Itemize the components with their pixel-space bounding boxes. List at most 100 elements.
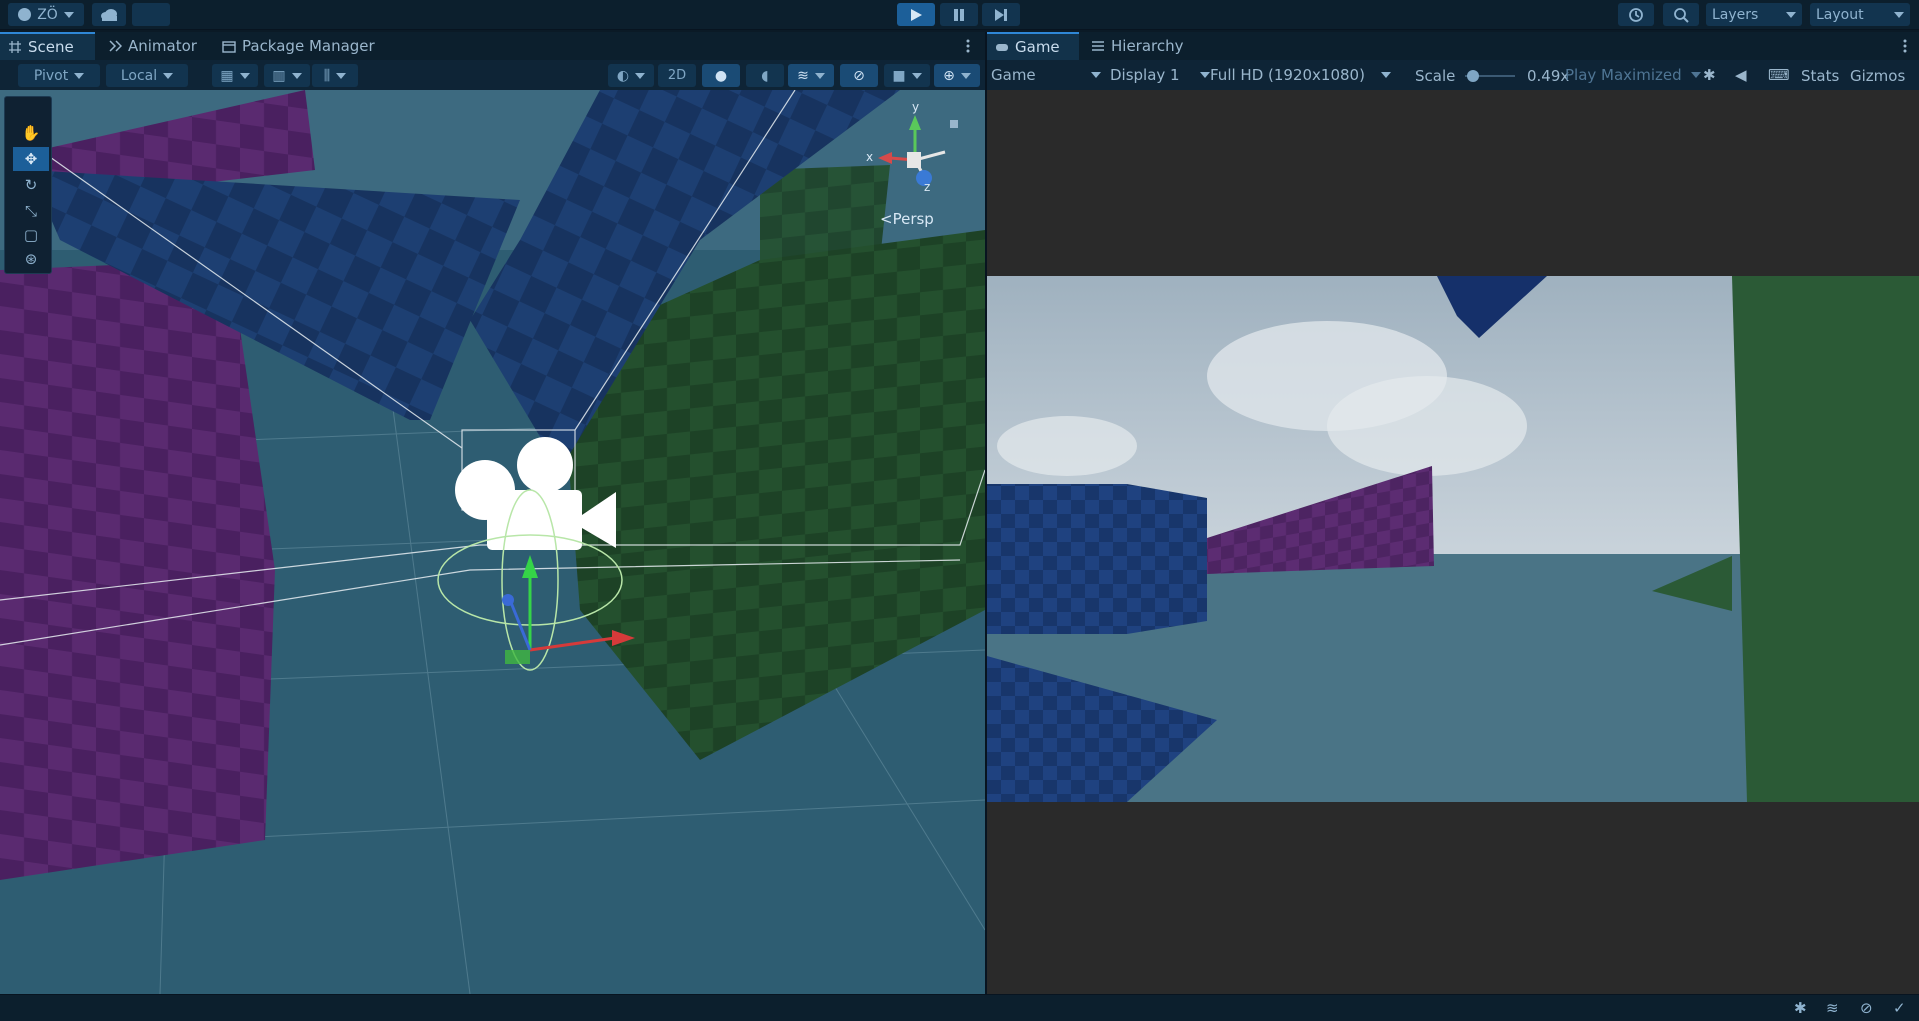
layers-dropdown[interactable]: Layers — [1706, 3, 1802, 26]
pivot-label: Pivot — [33, 67, 69, 84]
tab-hierarchy[interactable]: Hierarchy — [1083, 32, 1195, 60]
chevron-down-icon — [163, 72, 174, 79]
grid-snap-button[interactable]: ▦ — [212, 64, 258, 87]
resolution-select-value: Full HD (1920x1080) — [1210, 66, 1365, 84]
tools-palette: ✋ ✥ ↻ ⤡ ▢ ⊛ — [4, 96, 52, 274]
scale-tool[interactable]: ⤡ — [13, 199, 49, 223]
account-label: ZÖ — [37, 6, 58, 23]
scale-label: Scale — [1415, 67, 1456, 85]
local-label: Local — [120, 67, 158, 84]
scale-slider[interactable] — [1465, 70, 1515, 82]
collab-button[interactable] — [132, 3, 170, 26]
tab-animator[interactable]: Animator — [100, 32, 210, 60]
layers-label: Layers — [1712, 6, 1759, 23]
audio-toggle[interactable]: ◖ — [746, 64, 784, 87]
chevron-down-icon — [960, 72, 971, 79]
scale-icon: ⤡ — [24, 202, 37, 220]
transform-tool[interactable]: ⊛ — [13, 247, 49, 271]
cloud-button[interactable] — [92, 3, 126, 26]
pause-button[interactable] — [940, 3, 978, 26]
display-select-value: Display 1 — [1110, 66, 1180, 84]
panel-menu-icon[interactable] — [960, 38, 976, 54]
gizmos-toggle[interactable]: ⊕ — [934, 64, 980, 87]
debug-icon[interactable]: ✱ — [1794, 999, 1807, 1017]
persp-label: Persp — [892, 210, 934, 228]
layers-status-icon[interactable]: ≋ — [1826, 999, 1839, 1017]
audio-icon: ◖ — [761, 67, 769, 84]
animator-icon — [109, 40, 122, 52]
rotate-icon: ↻ — [24, 176, 38, 194]
axis-z-label: z — [924, 180, 931, 194]
game-panel: Game Hierarchy Game Display 1 Full HD (1… — [987, 32, 1919, 994]
chevron-down-icon — [1786, 11, 1796, 18]
light-bulb-icon: ● — [714, 67, 728, 84]
display-select[interactable]: Display 1 — [1110, 66, 1210, 84]
local-dropdown[interactable]: Local — [106, 64, 188, 87]
search-button[interactable] — [1663, 3, 1699, 26]
check-icon[interactable]: ✓ — [1893, 999, 1906, 1017]
shading-mode-button[interactable]: ◐ — [608, 64, 654, 87]
game-tab-bar: Game Hierarchy — [987, 32, 1919, 60]
step-button[interactable] — [982, 3, 1020, 26]
view-select-value: Game — [991, 66, 1036, 84]
play-mode-select[interactable]: Play Maximized — [1565, 66, 1701, 84]
history-icon — [1629, 7, 1643, 22]
scale-value: 0.49x — [1527, 67, 1570, 85]
2d-toggle[interactable]: 2D — [658, 64, 696, 87]
chevron-down-icon — [1091, 72, 1101, 78]
game-viewport[interactable] — [987, 90, 1919, 994]
hierarchy-icon — [1092, 41, 1104, 51]
move-tool[interactable]: ✥ — [13, 147, 49, 171]
view-select[interactable]: Game — [991, 66, 1101, 84]
camera-settings-button[interactable]: ■ — [884, 64, 930, 87]
axis-x-label: x — [866, 150, 874, 164]
align-button[interactable]: ⫼ — [312, 64, 358, 87]
tab-scene[interactable]: Scene — [0, 32, 95, 60]
scene-panel: Scene Animator Package Manager Pivot Loc… — [0, 32, 985, 994]
grid-snap-icon: ▦ — [220, 67, 234, 84]
panel-menu-icon[interactable] — [1897, 38, 1913, 54]
rotate-tool[interactable]: ↻ — [13, 173, 49, 197]
resolution-select[interactable]: Full HD (1920x1080) — [1210, 66, 1400, 84]
scale-slider-handle[interactable] — [1467, 70, 1479, 82]
status-bar: ✱ ≋ ⊘ ✓ — [0, 994, 1919, 1021]
chevron-down-icon — [336, 72, 347, 79]
cloud-icon — [101, 8, 117, 21]
increment-snap-button[interactable]: ▥ — [264, 64, 310, 87]
chevron-down-icon — [291, 72, 302, 79]
projection-toggle[interactable]: <Persp — [880, 210, 934, 228]
axis-y-label: y — [912, 100, 920, 114]
hand-tool[interactable]: ✋ — [13, 121, 49, 145]
stats-button[interactable]: Stats — [1801, 67, 1839, 85]
layout-dropdown[interactable]: Layout — [1810, 3, 1910, 26]
layout-label: Layout — [1816, 6, 1864, 23]
hidden-objects-toggle[interactable]: ⊘ — [840, 64, 878, 87]
gizmos-button[interactable]: Gizmos — [1850, 67, 1905, 85]
tab-label: Package Manager — [242, 37, 375, 55]
tab-label: Hierarchy — [1111, 37, 1184, 55]
account-dropdown[interactable]: ZÖ — [8, 3, 84, 26]
tab-package-manager[interactable]: Package Manager — [214, 32, 384, 60]
scene-viewport[interactable]: ✋ ✥ ↻ ⤡ ▢ ⊛ y x z <Persp — [0, 90, 985, 994]
history-button[interactable] — [1618, 3, 1654, 26]
play-icon — [911, 8, 922, 21]
chevron-down-icon — [63, 11, 74, 18]
pivot-dropdown[interactable]: Pivot — [18, 64, 100, 87]
auto-generate-icon[interactable]: ⊘ — [1860, 999, 1873, 1017]
lighting-toggle[interactable]: ● — [702, 64, 740, 87]
align-icon: ⫼ — [323, 67, 331, 84]
play-button[interactable] — [897, 3, 935, 26]
keyboard-icon[interactable]: ⌨ — [1768, 66, 1790, 84]
step-icon — [995, 8, 1007, 21]
audio-mute-icon[interactable]: ◀ — [1735, 66, 1747, 84]
pause-icon — [954, 8, 964, 21]
bug-icon[interactable]: ✱ — [1703, 66, 1716, 84]
orientation-gizmo[interactable]: y x z — [860, 100, 980, 220]
chevron-down-icon — [1691, 72, 1701, 78]
shading-icon: ◐ — [616, 67, 630, 84]
rect-tool[interactable]: ▢ — [13, 223, 49, 247]
tab-game[interactable]: Game — [987, 32, 1079, 60]
camera-icon: ■ — [892, 67, 906, 84]
transform-icon: ⊛ — [24, 250, 38, 268]
effects-button[interactable]: ≋ — [788, 64, 834, 87]
